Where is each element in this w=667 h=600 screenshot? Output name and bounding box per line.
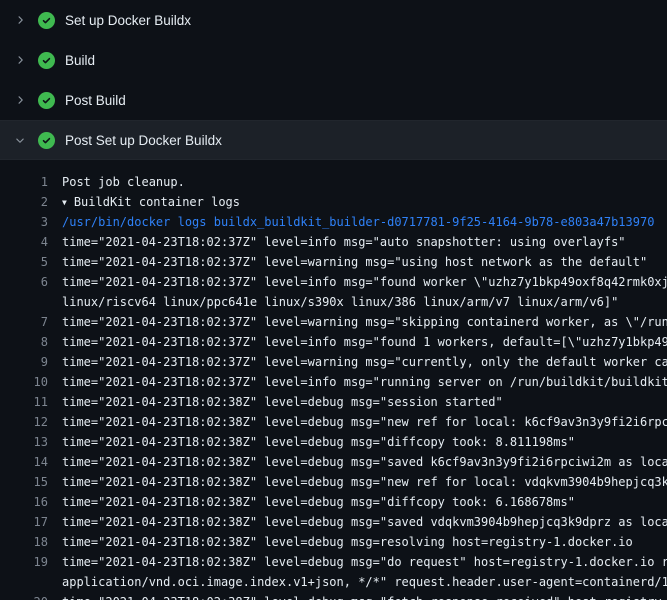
step-header-2[interactable]: Post Build <box>0 80 667 120</box>
log-line-number[interactable] <box>0 572 48 592</box>
log-line-number[interactable]: 15 <box>0 472 48 492</box>
log-line: 5 time="2021-04-23T18:02:37Z" level=warn… <box>0 252 667 272</box>
step-header-1[interactable]: Build <box>0 40 667 80</box>
log-line-number[interactable]: 13 <box>0 432 48 452</box>
actions-log-viewer: Set up Docker Buildx Build P <box>0 0 667 600</box>
log-line-text: time="2021-04-23T18:02:38Z" level=debug … <box>48 432 667 452</box>
log-line-text: time="2021-04-23T18:02:38Z" level=debug … <box>48 412 667 432</box>
log-line-number[interactable]: 4 <box>0 232 48 252</box>
log-line-number[interactable]: 9 <box>0 352 48 372</box>
chevron-icon <box>12 54 28 66</box>
log-line-text: time="2021-04-23T18:02:38Z" level=debug … <box>48 532 667 552</box>
log-line: 4 time="2021-04-23T18:02:37Z" level=info… <box>0 232 667 252</box>
success-check-icon <box>38 132 55 149</box>
log-line: 11 time="2021-04-23T18:02:38Z" level=deb… <box>0 392 667 412</box>
log-line-number[interactable]: 10 <box>0 372 48 392</box>
log-area: 1 Post job cleanup. 2 ▼ BuildKit containe… <box>0 160 667 600</box>
chevron-icon <box>12 134 28 146</box>
log-line: 6 time="2021-04-23T18:02:37Z" level=info… <box>0 272 667 292</box>
log-line: 16 time="2021-04-23T18:02:38Z" level=deb… <box>0 492 667 512</box>
log-line-number[interactable]: 19 <box>0 552 48 572</box>
log-line: 18 time="2021-04-23T18:02:38Z" level=deb… <box>0 532 667 552</box>
log-line-number[interactable]: 8 <box>0 332 48 352</box>
log-line: 19 time="2021-04-23T18:02:38Z" level=deb… <box>0 552 667 572</box>
step-label: Post Set up Docker Buildx <box>65 133 222 148</box>
step-label: Build <box>65 53 95 68</box>
log-line-number[interactable]: 17 <box>0 512 48 532</box>
log-line-number[interactable] <box>0 292 48 312</box>
log-line-number[interactable]: 3 <box>0 212 48 232</box>
log-line: 12 time="2021-04-23T18:02:38Z" level=deb… <box>0 412 667 432</box>
log-line-text: time="2021-04-23T18:02:37Z" level=info m… <box>48 372 667 392</box>
log-line: 2 ▼ BuildKit container logs <box>0 192 667 212</box>
log-line-number[interactable]: 2 <box>0 192 48 212</box>
log-line: 9 time="2021-04-23T18:02:37Z" level=warn… <box>0 352 667 372</box>
log-line-text: time="2021-04-23T18:02:37Z" level=info m… <box>48 232 667 252</box>
log-line-text: time="2021-04-23T18:02:38Z" level=debug … <box>48 452 667 472</box>
group-toggle-icon[interactable]: ▼ <box>62 193 67 212</box>
chevron-icon <box>12 14 28 26</box>
log-line: application/vnd.oci.image.index.v1+json,… <box>0 572 667 592</box>
log-line-text: time="2021-04-23T18:02:37Z" level=info m… <box>48 272 667 292</box>
log-line-text: time="2021-04-23T18:02:37Z" level=info m… <box>48 332 667 352</box>
step-label: Set up Docker Buildx <box>65 13 191 28</box>
log-line: 8 time="2021-04-23T18:02:37Z" level=info… <box>0 332 667 352</box>
log-line: 3 /usr/bin/docker logs buildx_buildkit_b… <box>0 212 667 232</box>
log-line-text: /usr/bin/docker logs buildx_buildkit_bui… <box>48 212 667 232</box>
log-line-number[interactable]: 20 <box>0 592 48 600</box>
log-line-number[interactable]: 7 <box>0 312 48 332</box>
step-header-3[interactable]: Post Set up Docker Buildx <box>0 120 667 160</box>
log-line-text: time="2021-04-23T18:02:37Z" level=warnin… <box>48 252 667 272</box>
log-line-text: time="2021-04-23T18:02:37Z" level=warnin… <box>48 352 667 372</box>
step-label: Post Build <box>65 93 126 108</box>
log-line-number[interactable]: 1 <box>0 172 48 192</box>
log-line: 10 time="2021-04-23T18:02:37Z" level=inf… <box>0 372 667 392</box>
success-check-icon <box>38 12 55 29</box>
log-line-text: time="2021-04-23T18:02:38Z" level=debug … <box>48 592 667 600</box>
log-line: 15 time="2021-04-23T18:02:38Z" level=deb… <box>0 472 667 492</box>
log-line: 7 time="2021-04-23T18:02:37Z" level=warn… <box>0 312 667 332</box>
log-line-text: Post job cleanup. <box>48 172 667 192</box>
log-line-number[interactable]: 6 <box>0 272 48 292</box>
log-line-text: time="2021-04-23T18:02:38Z" level=debug … <box>48 512 667 532</box>
log-line-text: time="2021-04-23T18:02:38Z" level=debug … <box>48 552 667 572</box>
log-line-number[interactable]: 5 <box>0 252 48 272</box>
step-header-0[interactable]: Set up Docker Buildx <box>0 0 667 40</box>
log-line-number[interactable]: 18 <box>0 532 48 552</box>
log-line-number[interactable]: 14 <box>0 452 48 472</box>
log-line: 20 time="2021-04-23T18:02:38Z" level=deb… <box>0 592 667 600</box>
log-line: 1 Post job cleanup. <box>0 172 667 192</box>
success-check-icon <box>38 52 55 69</box>
log-line: 17 time="2021-04-23T18:02:38Z" level=deb… <box>0 512 667 532</box>
log-line-text: time="2021-04-23T18:02:38Z" level=debug … <box>48 392 667 412</box>
log-line: 14 time="2021-04-23T18:02:38Z" level=deb… <box>0 452 667 472</box>
log-line-text: linux/riscv64 linux/ppc641e linux/s390x … <box>48 292 667 312</box>
log-line: linux/riscv64 linux/ppc641e linux/s390x … <box>0 292 667 312</box>
group-title[interactable]: BuildKit container logs <box>74 195 240 209</box>
log-line-number[interactable]: 11 <box>0 392 48 412</box>
log-line-text: time="2021-04-23T18:02:38Z" level=debug … <box>48 472 667 492</box>
log-line: 13 time="2021-04-23T18:02:38Z" level=deb… <box>0 432 667 452</box>
log-line-text: time="2021-04-23T18:02:38Z" level=debug … <box>48 492 667 512</box>
log-line-text: application/vnd.oci.image.index.v1+json,… <box>48 572 667 592</box>
log-line-text: time="2021-04-23T18:02:37Z" level=warnin… <box>48 312 667 332</box>
log-line-number[interactable]: 12 <box>0 412 48 432</box>
log-line-text: ▼ BuildKit container logs <box>48 192 667 212</box>
log-line-number[interactable]: 16 <box>0 492 48 512</box>
success-check-icon <box>38 92 55 109</box>
steps-list: Set up Docker Buildx Build P <box>0 0 667 160</box>
chevron-icon <box>12 94 28 106</box>
